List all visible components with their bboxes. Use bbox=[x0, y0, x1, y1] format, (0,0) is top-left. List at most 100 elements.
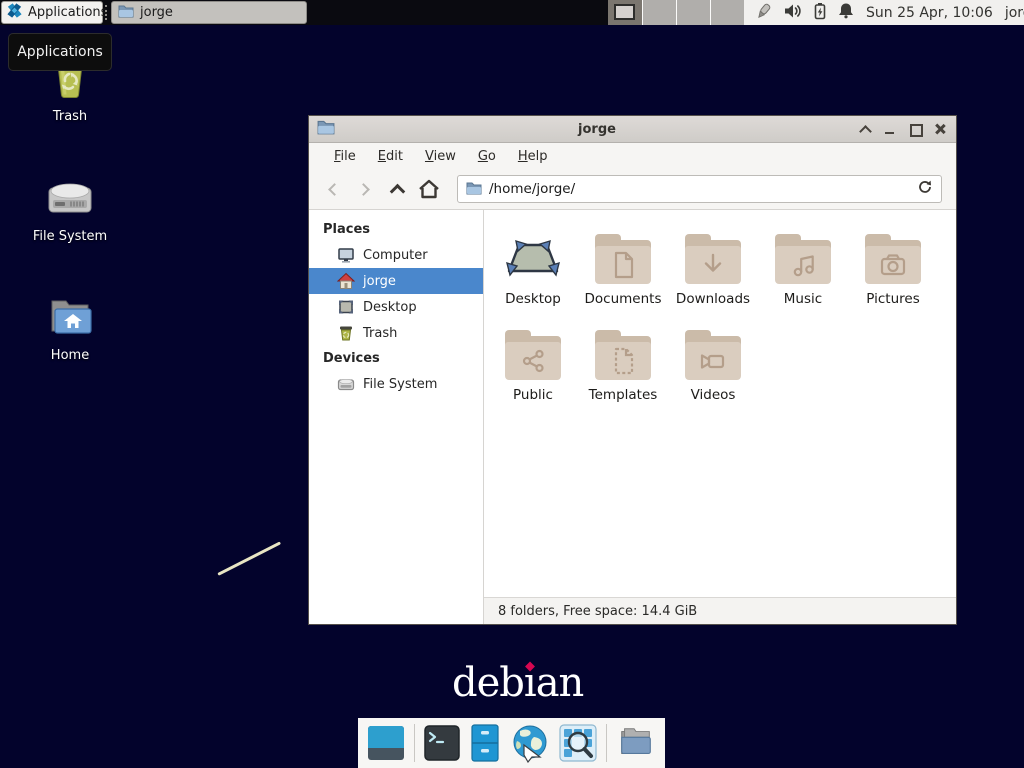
reload-button[interactable] bbox=[917, 179, 933, 199]
maximize-button[interactable] bbox=[909, 123, 921, 135]
sidebar-item-label: jorge bbox=[363, 274, 396, 289]
back-icon bbox=[328, 183, 341, 196]
stray-line-artifact bbox=[217, 541, 281, 575]
applications-tooltip-text: Applications bbox=[17, 44, 103, 60]
stylus-icon[interactable] bbox=[754, 2, 773, 24]
applications-menu-button[interactable]: Applications bbox=[1, 1, 103, 24]
notifications-icon[interactable] bbox=[838, 2, 854, 23]
minimize-button[interactable] bbox=[884, 123, 896, 135]
file-manager-button[interactable] bbox=[469, 723, 501, 763]
workspace-3[interactable] bbox=[676, 0, 710, 25]
file-documents[interactable]: Documents bbox=[578, 226, 668, 322]
folder-icon bbox=[466, 180, 482, 199]
workspace-4[interactable] bbox=[710, 0, 744, 25]
sidebar-item-computer[interactable]: Computer bbox=[309, 242, 483, 268]
close-button[interactable] bbox=[934, 123, 946, 135]
window-folder-icon bbox=[317, 119, 335, 139]
file-downloads[interactable]: Downloads bbox=[668, 226, 758, 322]
path-text: /home/jorge/ bbox=[489, 181, 910, 197]
file-cabinet-icon bbox=[469, 724, 501, 762]
music-glyph bbox=[788, 250, 818, 280]
panel-clock[interactable]: Sun 25 Apr, 10:06 bbox=[866, 5, 993, 21]
download-glyph bbox=[698, 250, 728, 280]
file-label: Music bbox=[784, 291, 822, 307]
folder-icon bbox=[685, 330, 741, 380]
directory-button[interactable] bbox=[616, 723, 656, 763]
folder-icon bbox=[505, 330, 561, 380]
workspace-window-miniature bbox=[614, 4, 635, 20]
home-icon bbox=[337, 272, 355, 290]
file-desktop[interactable]: Desktop bbox=[488, 226, 578, 322]
desktop-icon bbox=[505, 226, 561, 284]
file-templates[interactable]: Templates bbox=[578, 322, 668, 418]
panel-handle[interactable] bbox=[105, 5, 108, 20]
file-label: Pictures bbox=[866, 291, 919, 307]
home-button[interactable] bbox=[415, 176, 443, 202]
sidebar-header-devices: Devices bbox=[309, 346, 483, 371]
desktop-icon-file-system[interactable]: File System bbox=[24, 174, 116, 244]
desktop-icon-home[interactable]: Home bbox=[24, 293, 116, 363]
workspace-pager[interactable] bbox=[608, 0, 744, 25]
forward-icon bbox=[357, 183, 370, 196]
template-glyph bbox=[608, 346, 638, 376]
share-glyph bbox=[518, 346, 548, 376]
document-glyph bbox=[608, 250, 638, 280]
up-button[interactable] bbox=[383, 176, 411, 202]
debian-logo-i: ı bbox=[524, 660, 536, 706]
desktop-icon-label: File System bbox=[33, 229, 107, 244]
menu-go[interactable]: Go bbox=[469, 146, 505, 167]
workspace-2[interactable] bbox=[642, 0, 676, 25]
desktop-icon-label: Home bbox=[51, 348, 89, 363]
statusbar: 8 folders, Free space: 14.4 GiB bbox=[484, 597, 956, 624]
home-folder-icon bbox=[46, 293, 94, 343]
file-public[interactable]: Public bbox=[488, 322, 578, 418]
window-titlebar[interactable]: jorge bbox=[309, 116, 956, 143]
trash-icon bbox=[337, 324, 355, 342]
desktop-icon bbox=[337, 298, 355, 316]
panel-username[interactable]: jorge bbox=[1005, 5, 1024, 21]
file-pictures[interactable]: Pictures bbox=[848, 226, 938, 322]
taskbar-window-button[interactable]: jorge bbox=[111, 1, 307, 24]
folder-icon bbox=[118, 3, 134, 22]
file-label: Templates bbox=[589, 387, 658, 403]
terminal-icon bbox=[424, 725, 460, 761]
hard-drive-icon bbox=[337, 375, 355, 393]
terminal-button[interactable] bbox=[424, 723, 460, 763]
sidebar-header-places: Places bbox=[309, 217, 483, 242]
menu-file[interactable]: File bbox=[325, 146, 365, 167]
sidebar-item-jorge[interactable]: jorge bbox=[309, 268, 483, 294]
shade-button[interactable] bbox=[859, 123, 871, 135]
menu-edit[interactable]: Edit bbox=[369, 146, 412, 167]
menu-view[interactable]: View bbox=[416, 146, 465, 167]
sidebar-item-label: Desktop bbox=[363, 300, 417, 315]
sidebar-item-file-system[interactable]: File System bbox=[309, 371, 483, 397]
file-music[interactable]: Music bbox=[758, 226, 848, 322]
folder-icon bbox=[595, 330, 651, 380]
app-finder-button[interactable] bbox=[559, 723, 597, 763]
file-label: Downloads bbox=[676, 291, 750, 307]
forward-button[interactable] bbox=[351, 176, 379, 202]
workspace-1[interactable] bbox=[608, 0, 642, 25]
file-label: Public bbox=[513, 387, 553, 403]
sidebar-item-desktop[interactable]: Desktop bbox=[309, 294, 483, 320]
web-browser-button[interactable] bbox=[510, 723, 550, 763]
file-videos[interactable]: Videos bbox=[668, 322, 758, 418]
sidebar-item-label: Computer bbox=[363, 248, 428, 263]
sidebar-item-label: Trash bbox=[363, 326, 397, 341]
applications-menu-label: Applications bbox=[28, 5, 107, 20]
app-finder-icon bbox=[559, 724, 597, 762]
sidebar-item-trash[interactable]: Trash bbox=[309, 320, 483, 346]
web-browser-icon bbox=[510, 723, 550, 763]
debian-logo-text: an bbox=[536, 660, 584, 706]
statusbar-text: 8 folders, Free space: 14.4 GiB bbox=[498, 604, 697, 619]
path-entry[interactable]: /home/jorge/ bbox=[457, 175, 942, 203]
battery-icon[interactable] bbox=[813, 2, 827, 24]
system-tray bbox=[754, 2, 854, 24]
show-desktop-button[interactable] bbox=[367, 723, 405, 763]
back-button[interactable] bbox=[319, 176, 347, 202]
menu-help[interactable]: Help bbox=[509, 146, 557, 167]
hard-drive-icon bbox=[45, 174, 95, 224]
computer-icon bbox=[337, 246, 355, 264]
volume-icon[interactable] bbox=[784, 3, 802, 23]
folder-icon bbox=[775, 234, 831, 284]
